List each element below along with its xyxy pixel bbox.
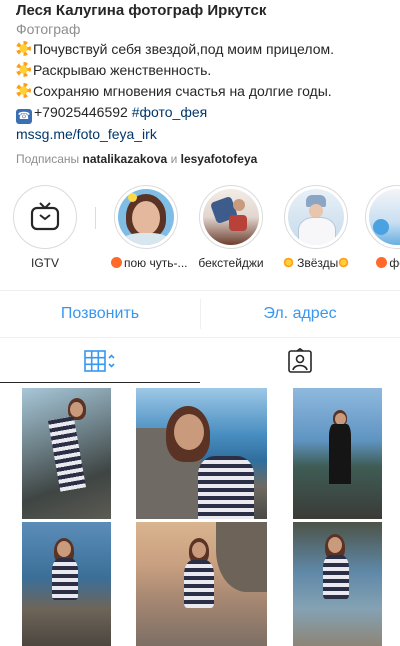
star-emoji-icon [16,62,31,77]
star-emoji-icon [16,41,31,56]
fairy-photo [369,189,400,245]
stars-photo [288,189,344,245]
followed-user-1[interactable]: natalikazakova [83,152,168,166]
emoji-icon [376,257,388,268]
star-emoji-icon [338,257,350,268]
tagged-icon [288,348,312,373]
photo-grid [0,385,400,646]
phone-number[interactable]: +79025446592 [34,104,128,120]
profile-category: Фотограф [16,21,81,37]
photo-thumbnail[interactable] [293,388,382,519]
phone-icon: ☎ [16,109,32,124]
highlight-backstage[interactable]: бекстейджи [196,185,266,271]
email-button[interactable]: Эл. адрес [200,291,400,337]
bio-line-1: Почувствуй себя звездой,под моим прицело… [16,39,388,60]
highlight-label: Звёзды [297,256,339,270]
highlight-label: пою чуть-... [124,256,188,270]
contact-actions: Позвонить Эл. адрес [0,290,400,338]
star-emoji-icon [282,257,294,268]
igtv-icon [30,202,60,231]
story-highlights: IGTV пою чуть-... бекстейджи Звёзды ф [0,185,400,277]
highlight-stars[interactable]: Звёзды [281,185,351,271]
call-button[interactable]: Позвонить [0,291,200,337]
highlight-igtv[interactable]: IGTV [10,185,80,271]
profile-info: Леся Калугина фотограф Иркутск Фотограф … [16,2,388,168]
profile-tabs [0,338,400,384]
hashtag-link[interactable]: #фото_фея [132,104,208,120]
highlight-singer[interactable]: пою чуть-... [111,185,188,271]
backstage-photo [203,189,259,245]
highlight-label: IGTV [30,256,59,270]
bio-line-2: Раскрываю женственность. [16,60,388,81]
active-tab-indicator [0,382,200,383]
emoji-icon [111,257,122,268]
highlight-fairy[interactable]: феяк [362,185,400,271]
star-emoji-icon [16,83,31,98]
bio-phone-line: ☎ +79025446592 #фото_фея [16,102,388,124]
photo-thumbnail[interactable] [136,522,267,646]
highlight-divider [95,207,96,229]
highlight-label: бекстейджи [198,256,264,270]
photo-thumbnail[interactable] [22,522,111,646]
grid-icon [84,350,115,372]
bio-line-3: Сохраняю мгновения счастья на долгие год… [16,81,388,102]
photo-thumbnail[interactable] [293,522,382,646]
tab-grid[interactable] [0,338,200,384]
profile-name: Леся Калугина фотограф Иркутск [16,2,267,19]
photo-thumbnail[interactable] [136,388,267,519]
followed-by[interactable]: Подписаны natalikazakova и lesyafotofeya [16,150,388,168]
tab-tagged[interactable] [200,338,400,384]
highlight-label: феяк [389,256,400,270]
photo-thumbnail[interactable] [22,388,111,519]
followed-user-2[interactable]: lesyafotofeya [181,152,258,166]
singer-photo [118,189,174,245]
website-link[interactable]: mssg.me/foto_feya_irk [16,124,388,145]
